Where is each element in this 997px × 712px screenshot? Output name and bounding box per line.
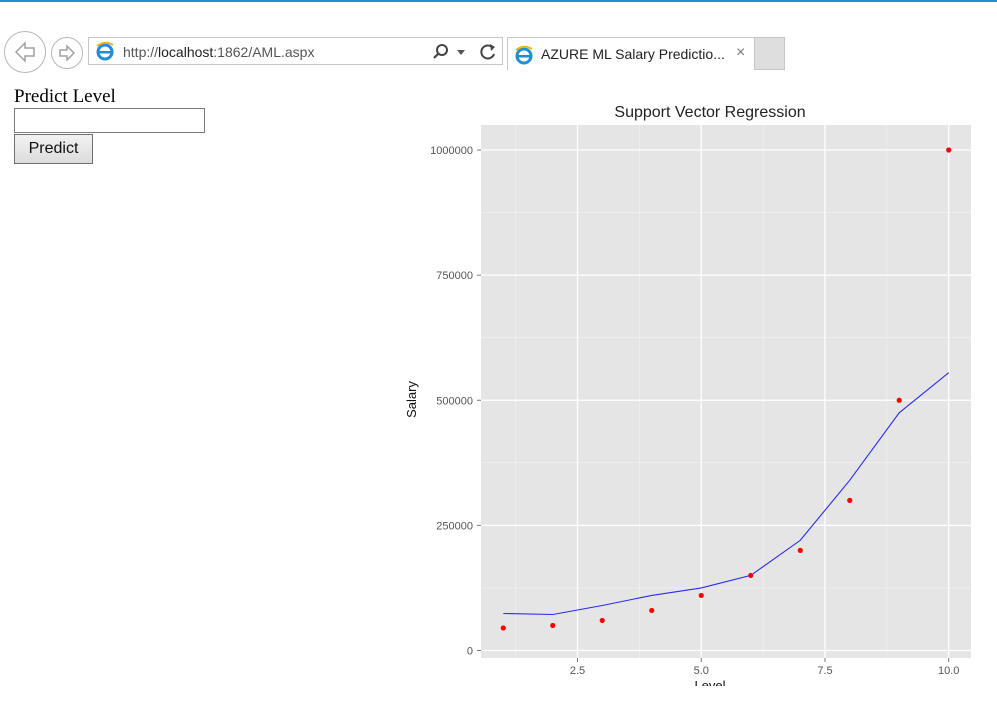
x-tick-label: 2.5: [570, 665, 585, 677]
close-tab-icon[interactable]: ×: [736, 44, 745, 62]
data-point: [797, 547, 803, 553]
url-text[interactable]: http://localhost:1862/AML.aspx: [123, 44, 314, 60]
back-button[interactable]: [4, 31, 46, 73]
x-tick-label: 10.0: [938, 665, 959, 677]
data-point: [550, 622, 556, 629]
forward-button[interactable]: [51, 37, 83, 69]
x-axis-label: Level: [694, 678, 725, 686]
predict-button[interactable]: Predict: [14, 134, 93, 164]
data-point: [649, 607, 655, 614]
data-point: [500, 625, 506, 631]
svr-chart: 2.5 5.0 7.5 10.0 0 250000 500000 750000 1000000 S…: [404, 104, 971, 686]
x-tick-label: 5.0: [694, 665, 709, 677]
predict-level-label: Predict Level: [14, 86, 116, 107]
ie-logo-icon: [515, 45, 533, 65]
data-point: [599, 617, 605, 624]
data-point: [698, 592, 704, 599]
tab-title: AZURE ML Salary Predictio...: [541, 46, 725, 62]
x-tick-label: 7.5: [817, 665, 832, 677]
data-point: [946, 147, 952, 153]
y-tick-label: 250000: [436, 520, 473, 532]
data-point: [748, 572, 754, 579]
y-axis-label: Salary: [404, 381, 419, 418]
refresh-icon[interactable]: [478, 42, 498, 62]
y-tick-label: 750000: [436, 270, 473, 282]
back-arrow-icon: [14, 41, 35, 63]
chart-title: Support Vector Regression: [614, 104, 805, 121]
new-tab-button[interactable]: [755, 37, 785, 70]
ie-logo-icon: [96, 41, 114, 61]
level-input[interactable]: [14, 108, 205, 133]
y-tick-label: 1000000: [430, 145, 473, 157]
plot-panel: [481, 125, 971, 658]
data-point: [896, 397, 902, 403]
forward-arrow-icon: [59, 44, 76, 62]
search-icon[interactable]: [432, 43, 450, 61]
data-point: [847, 497, 853, 503]
y-tick-label: 500000: [436, 395, 473, 407]
address-bar[interactable]: http://localhost:1862/AML.aspx: [88, 37, 503, 65]
dropdown-arrow-icon[interactable]: [456, 49, 466, 57]
tab-azure-ml[interactable]: AZURE ML Salary Predictio... ×: [507, 37, 755, 70]
window-accent-line: [0, 0, 997, 2]
y-tick-label: 0: [467, 645, 473, 657]
